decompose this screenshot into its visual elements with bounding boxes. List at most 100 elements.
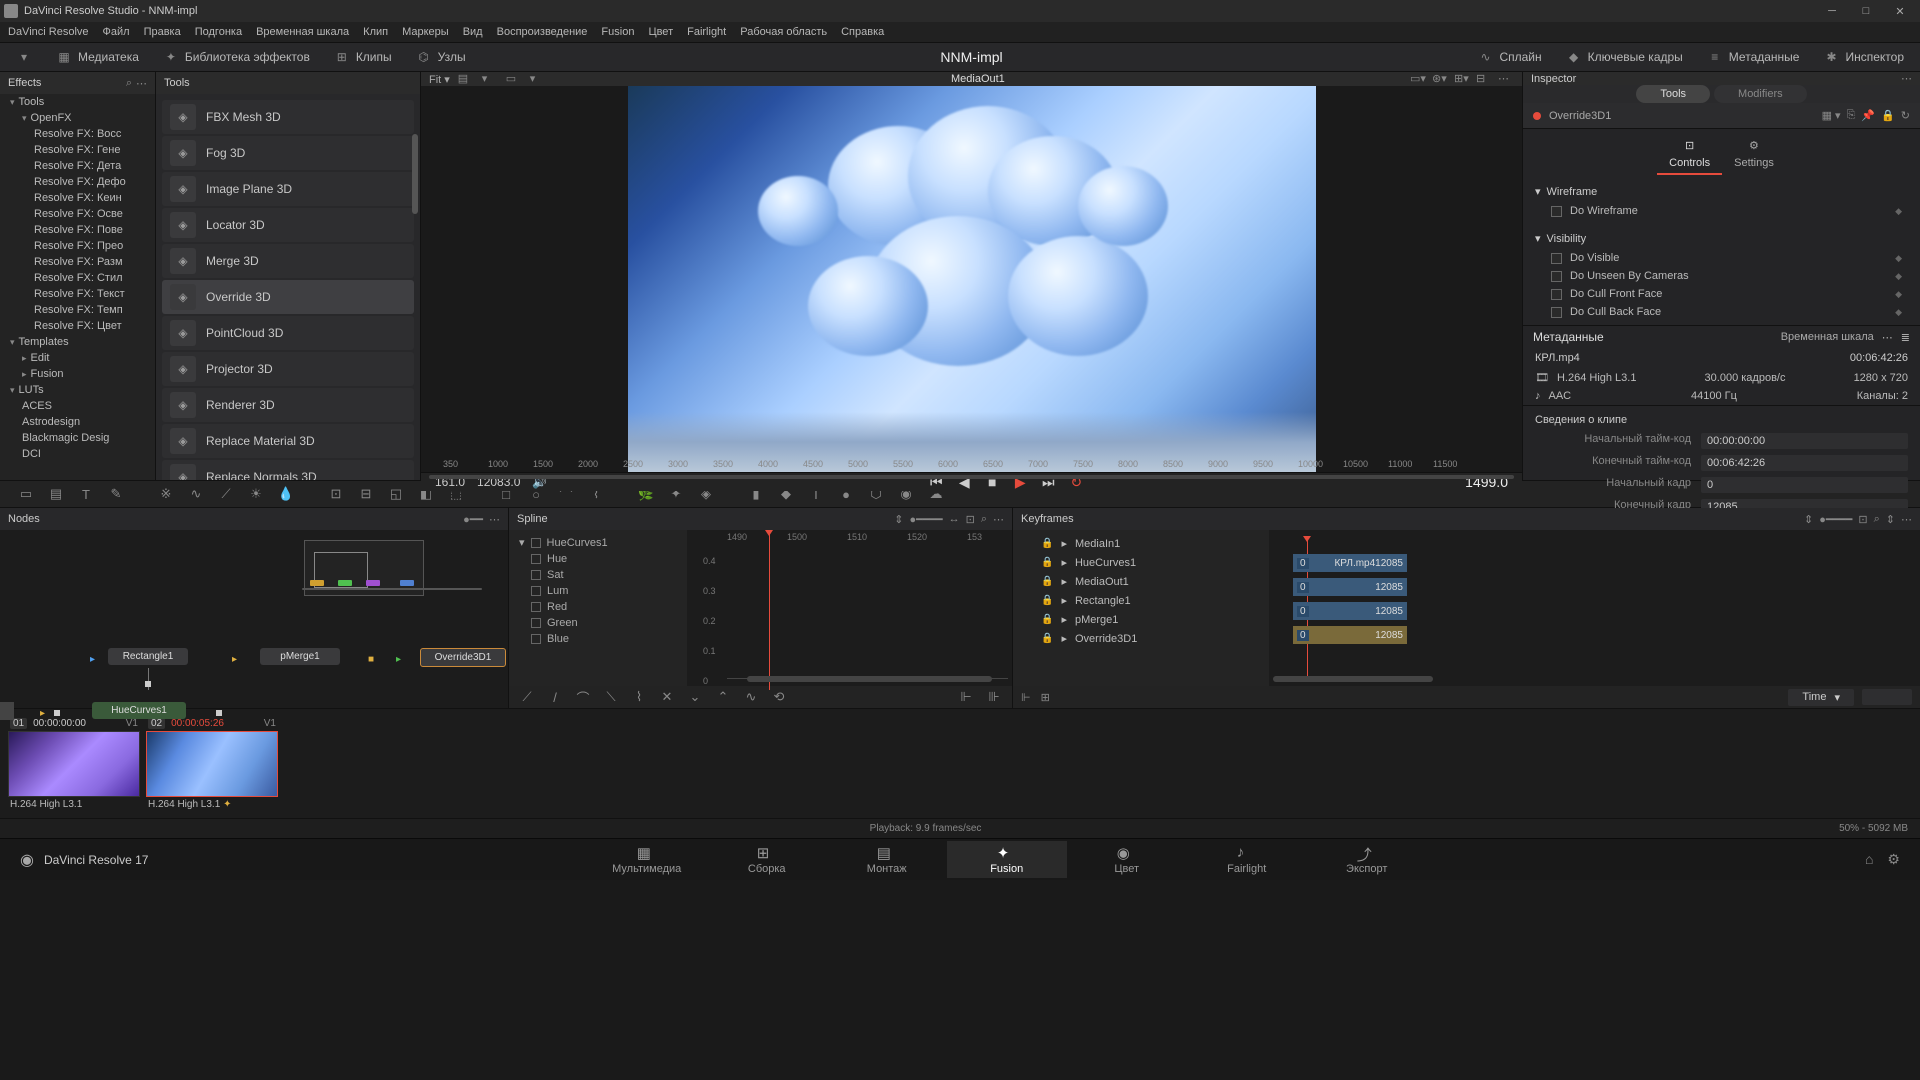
- spline-scroll-h[interactable]: [747, 676, 992, 682]
- reset-icon[interactable]: ↻: [1901, 109, 1910, 122]
- tree-item[interactable]: Blackmagic Desig: [0, 430, 155, 446]
- clip-card[interactable]: 0100:00:00:00V1H.264 High L3.1: [8, 715, 140, 812]
- keyframe-diamond[interactable]: ◆: [1895, 206, 1902, 217]
- keyframe-item[interactable]: 🔒▸MediaIn1: [1017, 534, 1265, 553]
- spline-channel[interactable]: Sat: [513, 567, 683, 583]
- tool-row[interactable]: ◈FBX Mesh 3D: [162, 100, 414, 134]
- subtab-settings[interactable]: ⚙Settings: [1722, 135, 1786, 175]
- nodes-more-icon[interactable]: ⋯: [489, 513, 500, 526]
- tree-item[interactable]: ▾Tools: [0, 94, 155, 110]
- page-монтаж[interactable]: ▤Монтаж: [827, 841, 947, 878]
- tree-item[interactable]: Resolve FX: Прео: [0, 238, 155, 254]
- keyframe-item[interactable]: 🔒▸pMerge1: [1017, 610, 1265, 629]
- spline-zoom-icon[interactable]: ⌕: [981, 513, 987, 526]
- checkbox-wireframe[interactable]: [1551, 206, 1562, 217]
- kf-expand-icon[interactable]: ⇕: [1804, 513, 1813, 526]
- node-huecurves[interactable]: HueCurves1: [92, 702, 186, 719]
- menu-fairlight[interactable]: Fairlight: [687, 26, 726, 38]
- sf-1[interactable]: ⟋: [517, 688, 537, 706]
- keyframe-item[interactable]: 🔒▸MediaOut1: [1017, 572, 1265, 591]
- keyframe-item[interactable]: 🔒▸Rectangle1: [1017, 591, 1265, 610]
- menu-workspace[interactable]: Рабочая область: [740, 26, 827, 38]
- ft-light-icon[interactable]: ☀: [246, 485, 266, 503]
- time-dropdown[interactable]: Time▾: [1788, 689, 1854, 706]
- spline-channel[interactable]: Green: [513, 615, 683, 631]
- kf-zoom-slider[interactable]: ●━━━━: [1819, 513, 1852, 526]
- nodes-zoom-icon[interactable]: ●━━: [463, 513, 483, 526]
- page-fusion[interactable]: ✦Fusion: [947, 841, 1067, 878]
- keyframe-bar[interactable]: 012085: [1293, 578, 1407, 596]
- time-input[interactable]: [1862, 689, 1912, 705]
- keyframe-bar[interactable]: 012085: [1293, 602, 1407, 620]
- metadata-button[interactable]: ≡Метаданные: [1701, 46, 1806, 68]
- clip-info-value[interactable]: 00:00:00:00: [1701, 433, 1908, 449]
- tree-item[interactable]: ▸Fusion: [0, 366, 155, 382]
- menu-view[interactable]: Вид: [463, 26, 483, 38]
- menu-edit[interactable]: Правка: [144, 26, 181, 38]
- ft-brush-icon[interactable]: ✎: [106, 485, 126, 503]
- settings-gear-icon[interactable]: ⚙: [1887, 851, 1900, 868]
- spline-fith-icon[interactable]: ↔: [949, 513, 960, 526]
- meta-list-icon[interactable]: ≣: [1901, 331, 1910, 344]
- sf-2[interactable]: /: [545, 688, 565, 706]
- tool-row[interactable]: ◈Merge 3D: [162, 244, 414, 278]
- keyframe-item[interactable]: 🔒▸Override3D1: [1017, 629, 1265, 648]
- ft-wand-icon[interactable]: ⟋: [216, 485, 236, 503]
- clip-card[interactable]: 0200:00:05:26V1H.264 High L3.1 ✦: [146, 715, 278, 812]
- page-экспорт[interactable]: ⤴Экспорт: [1307, 841, 1427, 878]
- tree-item[interactable]: Resolve FX: Дета: [0, 158, 155, 174]
- keyframe-bar[interactable]: 012085: [1293, 626, 1407, 644]
- tree-item[interactable]: Resolve FX: Гене: [0, 142, 155, 158]
- sf-9[interactable]: ∿: [741, 688, 761, 706]
- spline-expand-icon[interactable]: ⇕: [894, 513, 903, 526]
- node-stub[interactable]: [0, 702, 14, 720]
- ft-comp3-icon[interactable]: ◱: [386, 485, 406, 503]
- spline-channel[interactable]: Red: [513, 599, 683, 615]
- view-mode-icon[interactable]: ▤: [458, 72, 474, 86]
- tree-item[interactable]: ▸Edit: [0, 350, 155, 366]
- tool-row[interactable]: ◈PointCloud 3D: [162, 316, 414, 350]
- kff-1[interactable]: ⊩: [1021, 691, 1031, 704]
- timeline-ruler[interactable]: 3501000150020002500300035004000450050005…: [421, 472, 1522, 473]
- sf-10[interactable]: ⟲: [769, 688, 789, 706]
- ft-comp2-icon[interactable]: ⊟: [356, 485, 376, 503]
- sf-12[interactable]: ⊪: [984, 688, 1004, 706]
- ft-card-icon[interactable]: ▤: [46, 485, 66, 503]
- tree-item[interactable]: ▾LUTs: [0, 382, 155, 398]
- view-globe-icon[interactable]: ⊛▾: [1432, 72, 1448, 86]
- keyframe-diamond[interactable]: ◆: [1895, 307, 1902, 318]
- lock-icon[interactable]: 🔒: [1041, 538, 1053, 549]
- tree-item[interactable]: Resolve FX: Восс: [0, 126, 155, 142]
- kf-zoom-icon[interactable]: ⌕: [1874, 513, 1880, 526]
- tab-tools[interactable]: Tools: [1636, 85, 1710, 103]
- view-layout-icon[interactable]: ▾: [482, 72, 498, 86]
- section-wireframe[interactable]: ▾Wireframe: [1523, 181, 1920, 202]
- menu-timeline[interactable]: Временная шкала: [256, 26, 349, 38]
- checkbox[interactable]: [1551, 271, 1562, 282]
- lock-icon[interactable]: 🔒: [1881, 109, 1895, 122]
- nodes-canvas[interactable]: Rectangle1 ▸ ▸ pMerge1 ■ ▸ Override3D1 H…: [0, 530, 508, 708]
- sf-11[interactable]: ⊩: [956, 688, 976, 706]
- inspector-more-icon[interactable]: ⋯: [1901, 72, 1912, 85]
- minimize-button[interactable]: ─: [1816, 2, 1848, 20]
- tool-row[interactable]: ◈Fog 3D: [162, 136, 414, 170]
- spline-button[interactable]: ∿Сплайн: [1471, 46, 1547, 68]
- effects-lib-button[interactable]: ✦Библиотека эффектов: [157, 46, 316, 68]
- maximize-button[interactable]: □: [1850, 2, 1882, 20]
- search-icon[interactable]: ⌕: [126, 77, 132, 90]
- sf-8[interactable]: ⌃: [713, 688, 733, 706]
- sf-6[interactable]: ✕: [657, 688, 677, 706]
- ft-blur-icon[interactable]: 💧: [276, 485, 296, 503]
- spline-more-icon[interactable]: ⋯: [993, 513, 1004, 526]
- color-chip-icon[interactable]: ▦ ▾: [1822, 109, 1841, 122]
- tree-item[interactable]: Resolve FX: Стил: [0, 270, 155, 286]
- view-select-icon[interactable]: ▭▾: [1410, 72, 1426, 86]
- tree-item[interactable]: ▾OpenFX: [0, 110, 155, 126]
- tree-item[interactable]: Resolve FX: Темп: [0, 302, 155, 318]
- tree-item[interactable]: ACES: [0, 398, 155, 414]
- keyframe-diamond[interactable]: ◆: [1895, 271, 1902, 282]
- tool-row[interactable]: ◈Image Plane 3D: [162, 172, 414, 206]
- tree-item[interactable]: DCI: [0, 446, 155, 462]
- sf-4[interactable]: ⟍: [601, 688, 621, 706]
- lock-icon[interactable]: 🔒: [1041, 614, 1053, 625]
